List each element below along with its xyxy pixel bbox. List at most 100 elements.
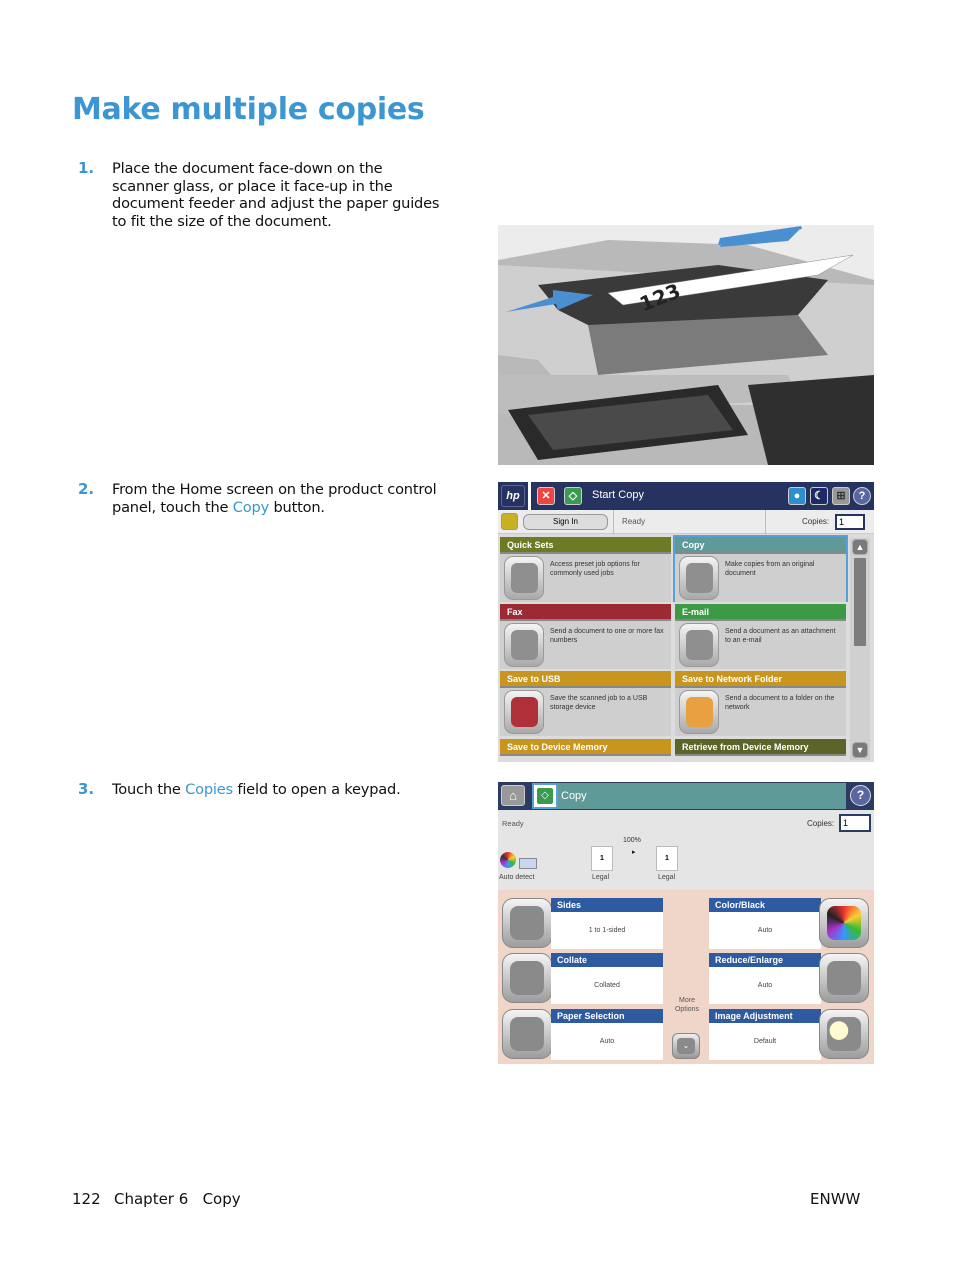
home-status-bar: Sign In Ready Copies: 1 xyxy=(498,510,874,534)
step-text: Touch the Copies field to open a keypad. xyxy=(112,781,442,799)
copies-field[interactable]: 1 xyxy=(839,814,871,832)
copy-icon xyxy=(679,556,719,600)
page-title: Make multiple copies xyxy=(72,92,425,127)
option-title: Sides xyxy=(551,898,663,912)
email-icon xyxy=(679,623,719,667)
status-text: Ready xyxy=(502,819,524,828)
start-copy-icon[interactable]: ◇ xyxy=(537,788,553,804)
collate-icon xyxy=(502,953,552,1003)
tile-description: Save the scanned job to a USB storage de… xyxy=(550,695,648,711)
hp-logo-icon: hp xyxy=(501,485,525,507)
chevron-down-icon: ⌄ xyxy=(677,1038,695,1054)
option-value: Auto xyxy=(551,1023,663,1060)
copy-title: Copy xyxy=(561,790,587,802)
start-copy-label[interactable]: Start Copy xyxy=(592,489,644,501)
scrollbar[interactable] xyxy=(850,538,870,760)
option-title: Paper Selection xyxy=(551,1009,663,1023)
paper-selection-icon xyxy=(502,1009,552,1059)
reduce-enlarge-icon xyxy=(819,953,869,1003)
option-title: Color/Black xyxy=(709,898,821,912)
option-value: Collated xyxy=(551,967,663,1004)
printer-illustration: 123 xyxy=(498,225,874,465)
folder-icon xyxy=(679,690,719,734)
header-divider xyxy=(528,482,531,510)
step-number: 2. xyxy=(78,480,95,498)
tile-title: Save to USB xyxy=(500,671,671,688)
option-value: Default xyxy=(709,1023,821,1060)
status-text: Ready xyxy=(622,517,646,526)
arrow-right-icon: ▸ xyxy=(632,849,636,856)
option-value: 1 to 1-sided xyxy=(551,912,663,949)
step-text: From the Home screen on the product cont… xyxy=(112,481,442,516)
output-page-preview: 1 xyxy=(656,846,678,871)
network-icon[interactable]: ⊞ xyxy=(832,487,850,505)
tile-description: Send a document to a folder on the netwo… xyxy=(725,695,835,711)
tile-title: Copy xyxy=(675,537,846,554)
chapter-label: Chapter 6 Copy xyxy=(114,1190,241,1208)
copies-label: Copies: xyxy=(802,517,830,526)
help-icon[interactable]: ? xyxy=(850,785,871,806)
option-title: Image Adjustment xyxy=(709,1009,821,1023)
copy-title-bar: ◇ Copy xyxy=(532,783,846,809)
reset-icon[interactable] xyxy=(501,513,518,530)
more-options-button[interactable]: ⌄ xyxy=(672,1033,700,1059)
sign-in-button[interactable]: Sign In xyxy=(523,514,608,530)
copies-link[interactable]: Copies xyxy=(185,781,233,798)
home-header: hp ✕ ◇ Start Copy ● ☾ ⊞ ? xyxy=(498,482,874,510)
copies-field[interactable]: 1 xyxy=(835,514,865,530)
stop-icon[interactable]: ✕ xyxy=(537,487,555,505)
quick-sets-icon xyxy=(504,556,544,600)
page-number: 122 xyxy=(72,1190,101,1208)
sides-icon xyxy=(502,898,552,948)
document-feeder-photo: 123 xyxy=(498,225,874,465)
copy-link[interactable]: Copy xyxy=(233,499,269,516)
help-icon[interactable]: ? xyxy=(853,487,871,505)
scroll-up-button[interactable]: ▲ xyxy=(852,539,868,555)
option-value: Auto xyxy=(709,967,821,1004)
more-options-label: More Options xyxy=(674,997,700,1013)
color-mode-icon xyxy=(500,852,516,868)
divider xyxy=(613,510,614,534)
divider xyxy=(765,510,766,534)
step-text: Place the document face-down on the scan… xyxy=(112,160,440,230)
zoom-level: 100% xyxy=(623,837,641,844)
start-outline: ◇ xyxy=(532,783,558,809)
home-icon[interactable]: ⌂ xyxy=(501,785,525,806)
tile-title: Quick Sets xyxy=(500,537,671,554)
tile-title: Save to Network Folder xyxy=(675,671,846,688)
copy-options-area: Sides 1 to 1-sided Collate Collated Pape… xyxy=(498,890,874,1064)
home-screen: hp ✕ ◇ Start Copy ● ☾ ⊞ ? Sign In Ready … xyxy=(498,482,874,762)
globe-icon[interactable]: ● xyxy=(788,487,806,505)
usb-icon xyxy=(504,690,544,734)
fax-icon xyxy=(504,623,544,667)
tile-title: Save to Device Memory xyxy=(500,739,671,756)
start-icon[interactable]: ◇ xyxy=(564,487,582,505)
sleep-icon[interactable]: ☾ xyxy=(810,487,828,505)
copies-label: Copies: xyxy=(807,819,835,828)
tile-description: Send a document to one or more fax numbe… xyxy=(550,628,664,644)
copy-header: ⌂ ◇ Copy ? xyxy=(498,782,874,810)
step-text-post: button. xyxy=(269,498,325,516)
option-title: Collate xyxy=(551,953,663,967)
scroll-down-button[interactable]: ▼ xyxy=(852,742,868,758)
scroll-thumb[interactable] xyxy=(854,558,866,646)
image-adjustment-icon xyxy=(819,1009,869,1059)
step-text-pre: Touch the xyxy=(112,781,186,798)
auto-detect-label: Auto detect xyxy=(499,874,535,881)
color-black-icon xyxy=(819,898,869,948)
step-text-post: field to open a keypad. xyxy=(232,781,401,798)
footer-right: ENWW xyxy=(810,1190,861,1208)
tile-title: Retrieve from Device Memory xyxy=(675,739,846,756)
copy-screen: ⌂ ◇ Copy ? Ready Copies: 1 Auto detect 1… xyxy=(498,782,874,1064)
tile-title: Fax xyxy=(500,604,671,621)
output-size-label: Legal xyxy=(658,874,676,881)
option-title: Reduce/Enlarge xyxy=(709,953,821,967)
option-value: Auto xyxy=(709,912,821,949)
tile-description: Send a document as an attachment to an e… xyxy=(725,628,836,644)
tile-title: E-mail xyxy=(675,604,846,621)
original-page-preview: 1 xyxy=(591,846,613,871)
step-number: 3. xyxy=(78,780,95,798)
orientation-icon xyxy=(519,858,537,869)
tile-description: Access preset job options for commonly u… xyxy=(550,561,640,577)
step-number: 1. xyxy=(78,159,95,177)
